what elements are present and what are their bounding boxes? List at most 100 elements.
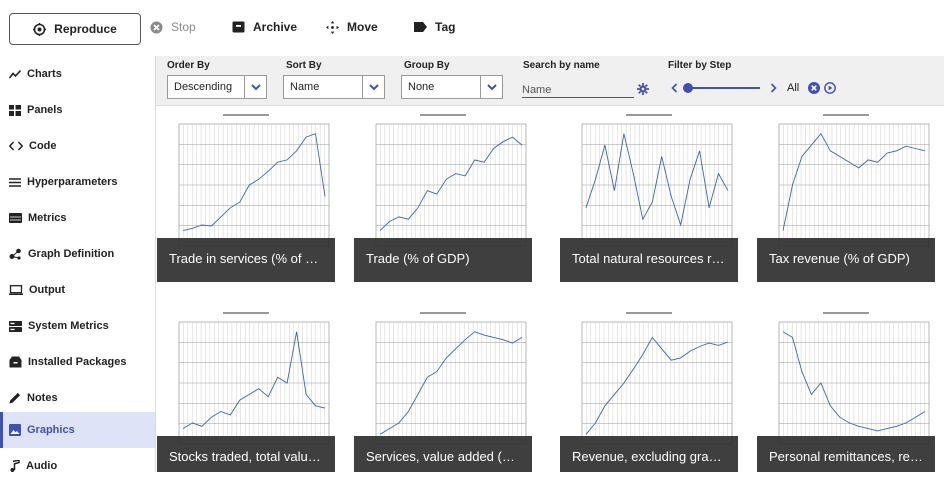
step-label: Filter by Step bbox=[668, 60, 732, 71]
chevron-down-icon bbox=[244, 76, 266, 98]
panels-icon bbox=[9, 104, 21, 116]
step-slider-track[interactable] bbox=[684, 87, 760, 89]
graphic-caption: Services, value added (% of GDP) bbox=[354, 436, 532, 472]
play-circle-icon[interactable] bbox=[824, 82, 836, 94]
graphic-caption: Stocks traded, total value (% of GDP) bbox=[157, 436, 335, 472]
group-by-value: None bbox=[408, 81, 435, 93]
package-icon bbox=[9, 356, 22, 368]
sidebar-item-hyperparameters[interactable]: Hyperparameters bbox=[0, 164, 155, 200]
graphic-card[interactable]: Trade in services (% of GDP) bbox=[157, 106, 335, 282]
monitor-icon bbox=[9, 285, 23, 295]
sidebar-item-panels[interactable]: Panels bbox=[0, 92, 155, 128]
stop-label: Stop bbox=[171, 20, 196, 34]
filter-bar: Order By Descending Sort By Name Group B… bbox=[156, 56, 944, 106]
sort-by-label: Sort By bbox=[286, 60, 322, 71]
tag-icon bbox=[414, 22, 427, 32]
order-by-select[interactable]: Descending bbox=[167, 75, 267, 99]
plot-title-mark bbox=[823, 312, 869, 314]
tag-button[interactable]: Tag bbox=[414, 20, 455, 34]
plot-title-mark bbox=[420, 312, 466, 314]
sidebar-item-graphics[interactable]: Graphics bbox=[0, 412, 155, 448]
graphic-caption: Trade (% of GDP) bbox=[354, 238, 532, 282]
sidebar-item-label: Graphics bbox=[27, 424, 75, 436]
server-icon bbox=[9, 320, 22, 332]
chevron-down-icon bbox=[480, 76, 502, 98]
reproduce-button[interactable]: Reproduce bbox=[9, 13, 141, 45]
graphic-card[interactable]: Services, value added (% of GDP) bbox=[354, 304, 532, 472]
stop-button[interactable]: Stop bbox=[150, 20, 196, 34]
graphic-card[interactable]: Personal remittances, received (% of GDP… bbox=[757, 304, 935, 472]
group-by-label: Group By bbox=[404, 60, 450, 71]
sort-by-value: Name bbox=[290, 81, 320, 93]
sidebar-item-metrics[interactable]: Metrics bbox=[0, 200, 155, 236]
sidebar-item-label: Code bbox=[29, 140, 57, 152]
clear-circle-icon[interactable] bbox=[808, 82, 820, 94]
graphic-card[interactable]: Revenue, excluding grants (% of GDP) bbox=[560, 304, 738, 472]
search-input[interactable] bbox=[522, 82, 634, 98]
code-icon bbox=[9, 141, 23, 151]
group-by-select[interactable]: None bbox=[401, 75, 503, 99]
plot-title-mark bbox=[420, 114, 466, 116]
stop-icon bbox=[150, 21, 163, 34]
pencil-icon bbox=[9, 392, 21, 404]
plot-title-mark bbox=[223, 312, 269, 314]
move-label: Move bbox=[347, 20, 378, 34]
move-button[interactable]: Move bbox=[326, 20, 378, 34]
sidebar-item-code[interactable]: Code bbox=[0, 128, 155, 164]
step-all-label: All bbox=[787, 82, 800, 94]
sidebar: Charts Panels Code Hyperparameters Metri… bbox=[0, 56, 156, 472]
order-by-label: Order By bbox=[167, 60, 210, 71]
settings-icon[interactable] bbox=[637, 83, 649, 95]
plot-title-mark bbox=[626, 114, 672, 116]
graphic-caption: Trade in services (% of GDP) bbox=[157, 238, 335, 282]
plot-title-mark bbox=[823, 114, 869, 116]
reproduce-icon bbox=[33, 22, 47, 36]
sidebar-item-installed-packages[interactable]: Installed Packages bbox=[0, 344, 155, 380]
sidebar-item-graph-definition[interactable]: Graph Definition bbox=[0, 236, 155, 272]
sidebar-item-label: Panels bbox=[27, 104, 63, 116]
tag-label: Tag bbox=[435, 20, 456, 34]
move-icon bbox=[326, 20, 339, 34]
reproduce-label: Reproduce bbox=[54, 22, 117, 36]
sidebar-item-system-metrics[interactable]: System Metrics bbox=[0, 308, 155, 344]
sidebar-item-audio[interactable]: Audio bbox=[0, 448, 155, 484]
music-icon bbox=[9, 460, 20, 472]
toolbar: Reproduce Stop Archive Move Tag bbox=[0, 0, 944, 56]
search-label: Search by name bbox=[523, 60, 600, 71]
archive-label: Archive bbox=[253, 20, 298, 34]
chevron-down-icon bbox=[362, 76, 384, 98]
graphic-card[interactable]: Total natural resources rents (% of GDP) bbox=[560, 106, 738, 282]
graph-icon bbox=[9, 248, 22, 260]
sidebar-item-notes[interactable]: Notes bbox=[0, 380, 155, 416]
sidebar-item-label: Audio bbox=[26, 460, 58, 472]
archive-button[interactable]: Archive bbox=[232, 20, 297, 34]
graphic-card[interactable]: Tax revenue (% of GDP) bbox=[757, 106, 935, 282]
line-chart-icon bbox=[9, 69, 21, 79]
archive-icon bbox=[232, 21, 245, 33]
plot-title-mark bbox=[223, 114, 269, 116]
graphic-caption: Tax revenue (% of GDP) bbox=[757, 238, 935, 282]
sidebar-item-output[interactable]: Output bbox=[0, 272, 155, 308]
image-icon bbox=[9, 424, 21, 436]
sidebar-item-label: Output bbox=[29, 284, 66, 296]
step-slider-handle[interactable] bbox=[683, 83, 693, 93]
graphic-card[interactable]: Trade (% of GDP) bbox=[354, 106, 532, 282]
plot-title-mark bbox=[626, 312, 672, 314]
chevron-left-icon[interactable] bbox=[671, 83, 678, 93]
sidebar-item-label: Installed Packages bbox=[28, 356, 127, 368]
list-icon bbox=[9, 177, 21, 187]
graphics-gallery: Trade in services (% of GDP) Trade (% of… bbox=[157, 106, 944, 472]
graphic-caption: Revenue, excluding grants (% of GDP) bbox=[560, 436, 738, 472]
sidebar-item-label: Charts bbox=[27, 68, 62, 80]
sidebar-item-label: Notes bbox=[27, 392, 58, 404]
sidebar-item-label: Metrics bbox=[28, 212, 67, 224]
order-by-value: Descending bbox=[174, 81, 233, 93]
graphic-card[interactable]: Stocks traded, total value (% of GDP) bbox=[157, 304, 335, 472]
sidebar-item-charts[interactable]: Charts bbox=[0, 56, 155, 92]
sidebar-item-label: Graph Definition bbox=[28, 248, 115, 260]
graphic-caption: Personal remittances, received (% of GDP… bbox=[757, 436, 935, 472]
chevron-right-icon[interactable] bbox=[770, 83, 777, 93]
sort-by-select[interactable]: Name bbox=[283, 75, 385, 99]
sidebar-item-label: System Metrics bbox=[28, 320, 109, 332]
table-icon bbox=[9, 213, 22, 223]
